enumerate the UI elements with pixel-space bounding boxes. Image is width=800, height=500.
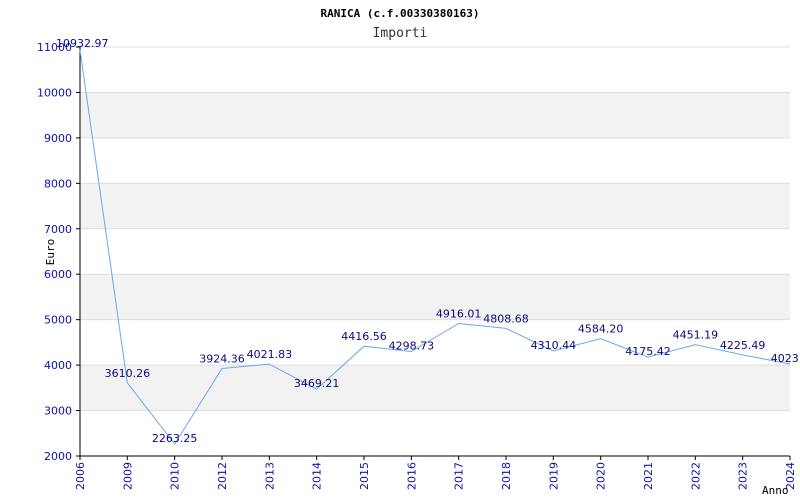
background-bands [80, 92, 790, 411]
x-tick-label: 2015 [358, 462, 371, 490]
grid-band [80, 183, 790, 229]
x-tick-label: 2010 [169, 462, 182, 490]
y-tick-label: 5000 [44, 314, 72, 327]
y-tick-label: 8000 [44, 177, 72, 190]
x-tick-label: 2013 [263, 462, 276, 490]
x-tick-labels: 2006 2009 2010 2012 2013 2014 2015 2016 2017 2018… [74, 462, 797, 490]
data-label: 4023.7 [771, 352, 800, 365]
y-tick-label: 2000 [44, 450, 72, 463]
x-tick-label: 2021 [642, 462, 655, 490]
y-tick-label: 9000 [44, 132, 72, 145]
y-axis-label: Euro [44, 239, 57, 266]
x-axis-label: Anno [762, 484, 789, 497]
y-tick-label: 6000 [44, 268, 72, 281]
y-tick-label: 10000 [37, 86, 72, 99]
x-tick-label: 2022 [689, 462, 702, 490]
data-label: 4916.01 [436, 307, 482, 320]
x-tick-label: 2006 [74, 462, 87, 490]
line-chart: 2000300040005000600070008000900010000110… [37, 7, 800, 497]
data-label: 4225.49 [720, 339, 766, 352]
data-label: 4175.42 [625, 345, 671, 358]
x-tick-label: 2009 [121, 462, 134, 490]
data-label: 4021.83 [247, 348, 293, 361]
data-label: 4808.68 [483, 312, 529, 325]
x-tick-label: 2012 [216, 462, 229, 490]
y-tick-label: 7000 [44, 223, 72, 236]
chart-title: RANICA (c.f.00330380163) [321, 7, 480, 20]
data-label: 4584.20 [578, 323, 624, 336]
grid-band [80, 365, 790, 411]
data-label: 10932.97 [56, 37, 109, 50]
data-label: 4451.19 [673, 329, 719, 342]
data-label: 4310.44 [531, 339, 577, 352]
data-label: 3469.21 [294, 377, 340, 390]
chart-subtitle: Importi [373, 26, 428, 41]
x-tick-label: 2016 [405, 462, 418, 490]
x-tick-label: 2018 [500, 462, 513, 490]
x-tick-label: 2014 [311, 462, 324, 490]
data-label: 4416.56 [341, 330, 387, 343]
x-tick-label: 2023 [737, 462, 750, 490]
data-label: 3610.26 [105, 367, 151, 380]
data-label: 2263.25 [152, 432, 198, 445]
data-label: 3924.36 [199, 353, 245, 366]
x-tick-label: 2019 [547, 462, 560, 490]
y-tick-label: 4000 [44, 359, 72, 372]
x-tick-label: 2017 [453, 462, 466, 490]
x-tick-label: 2020 [595, 462, 608, 490]
grid-band [80, 92, 790, 138]
y-tick-label: 3000 [44, 405, 72, 418]
data-label: 4298.73 [389, 340, 435, 353]
